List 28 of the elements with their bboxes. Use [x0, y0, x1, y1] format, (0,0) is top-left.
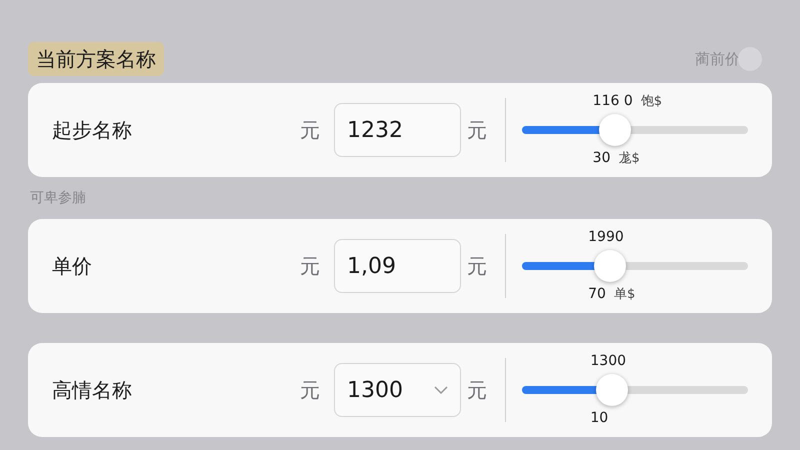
max-value: 1300	[590, 352, 626, 371]
value-field[interactable]: 1232	[334, 103, 461, 157]
slider-thumb[interactable]	[598, 114, 631, 146]
min-unit: 尨$	[618, 150, 640, 168]
plan-title: 当前方案名称	[28, 42, 164, 76]
slider-thumb[interactable]	[594, 250, 626, 282]
max-value: 1990	[588, 228, 624, 247]
min-unit: 单$	[614, 286, 636, 304]
currency-label: 元	[467, 377, 488, 404]
max-value: 116 0	[592, 92, 633, 111]
currency-label: 元	[300, 253, 321, 280]
min-value: 70	[588, 285, 606, 304]
max-unit: 饱$	[640, 92, 662, 111]
section-label: 可卑参腩	[29, 188, 87, 208]
min-value: 30	[592, 149, 610, 168]
currency-label: 元	[300, 377, 321, 404]
value-field[interactable]: 1,09	[334, 239, 461, 293]
currency-label: 元	[467, 117, 488, 144]
price-label: 蔺前价	[695, 48, 740, 70]
setting-label: 起步名称	[52, 117, 133, 144]
setting-label: 单价	[52, 253, 93, 280]
currency-label: 元	[300, 117, 321, 144]
setting-label: 高情名称	[52, 377, 133, 404]
slider-thumb[interactable]	[596, 374, 628, 406]
currency-label: 元	[467, 253, 488, 280]
value-dropdown[interactable]: 1300	[334, 363, 461, 417]
min-value: 10	[590, 409, 608, 428]
chevron-down-icon	[434, 386, 448, 394]
